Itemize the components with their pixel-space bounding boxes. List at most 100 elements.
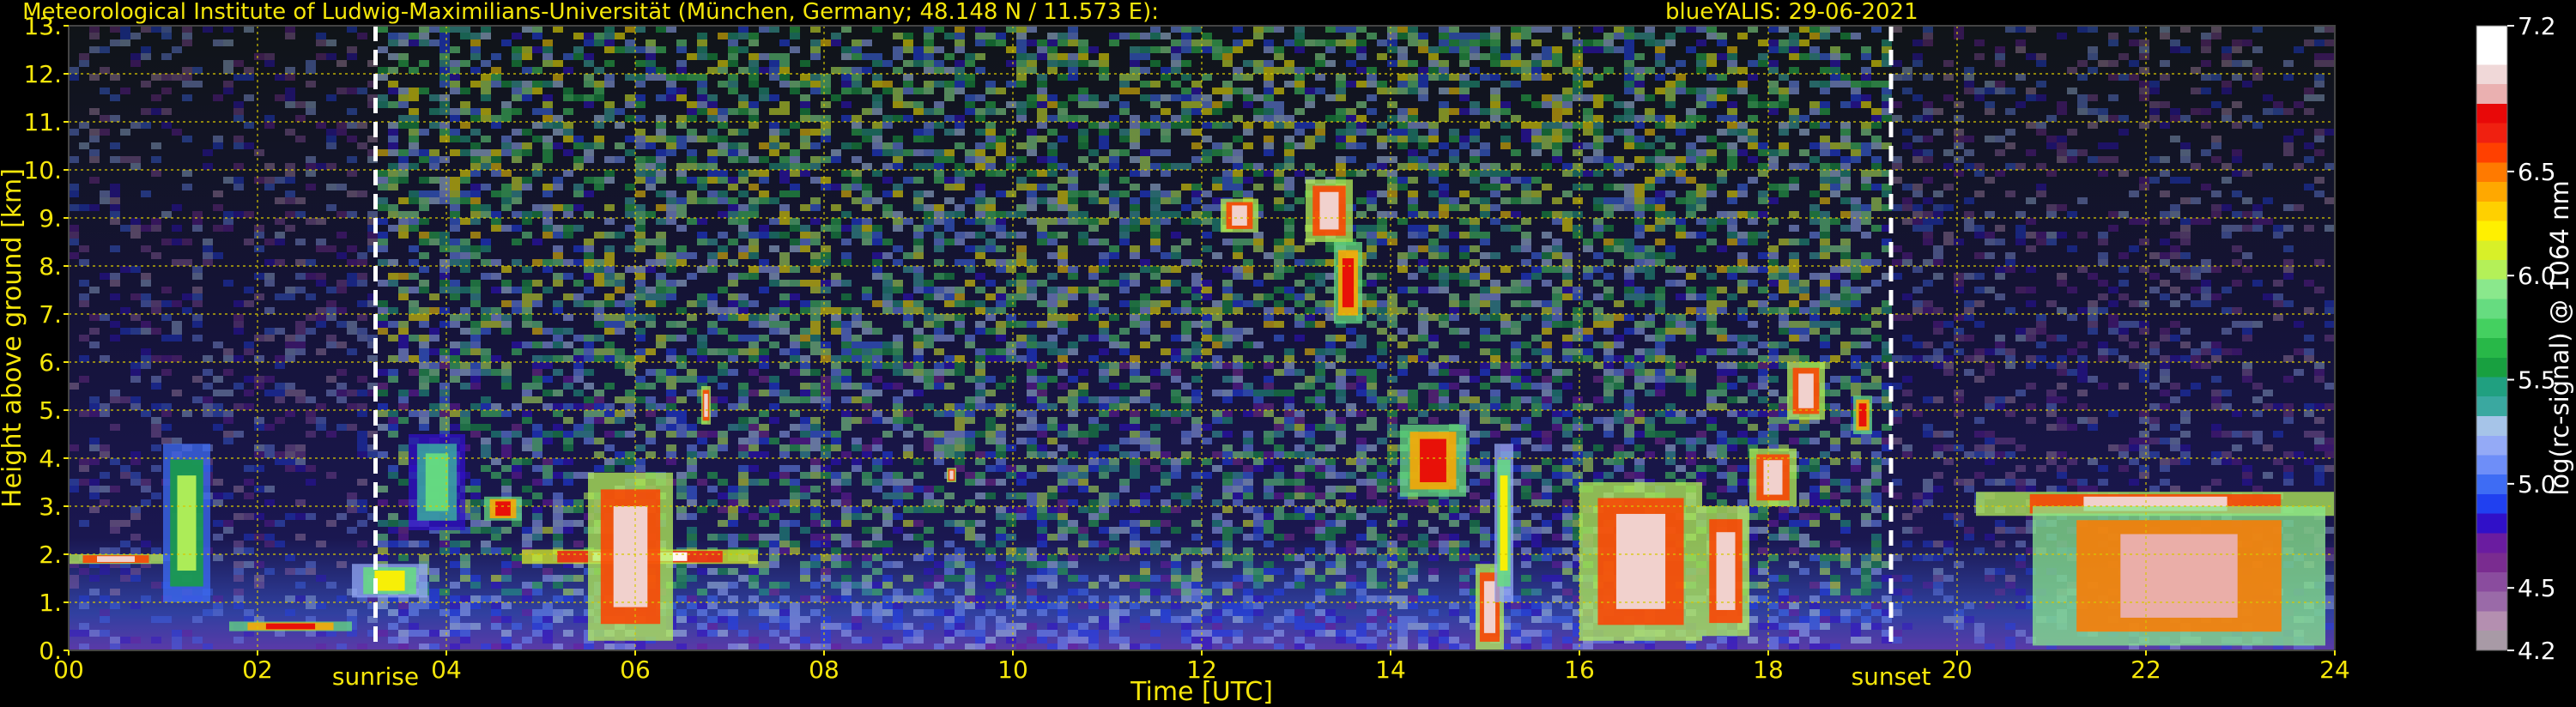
signal-cell (635, 94, 646, 101)
signal-cell (862, 451, 872, 458)
signal-cell (357, 300, 367, 307)
signal-cell (656, 376, 666, 383)
signal-cell (439, 390, 450, 396)
signal-cell (769, 328, 779, 335)
signal-cell (1243, 142, 1253, 149)
signal-cell (718, 81, 728, 88)
signal-cell (481, 163, 491, 170)
signal-cell (532, 589, 542, 595)
signal-cell (759, 451, 769, 458)
signal-cell (1068, 554, 1078, 561)
signal-cell (450, 623, 460, 630)
signal-cell (893, 513, 903, 520)
signal-cell (336, 383, 347, 390)
signal-cell (357, 403, 367, 410)
signal-cell (1191, 293, 1202, 300)
signal-cell (1212, 465, 1222, 472)
signal-cell (1006, 520, 1016, 527)
signal-cell (790, 293, 800, 300)
signal-cell (1305, 88, 1315, 94)
signal-cell (975, 355, 985, 362)
signal-cell (790, 88, 800, 94)
signal-cell (1305, 465, 1315, 472)
signal-cell (1068, 589, 1078, 595)
signal-cell (69, 190, 79, 197)
signal-cell (1037, 630, 1047, 637)
signal-cell (1264, 527, 1274, 534)
signal-cell (810, 287, 821, 293)
signal-cell (759, 438, 769, 444)
signal-cell (1315, 74, 1325, 81)
signal-cell (831, 355, 841, 362)
signal-cell (821, 465, 831, 472)
signal-cell (563, 630, 573, 637)
signal-cell (1047, 252, 1058, 259)
signal-cell (470, 204, 481, 211)
signal-cell (1140, 46, 1150, 53)
signal-cell (419, 33, 429, 39)
signal-cell (223, 67, 233, 74)
signal-cell (1027, 561, 1037, 568)
signal-cell (460, 239, 470, 245)
signal-cell (1274, 513, 1284, 520)
signal-cell (573, 300, 584, 307)
signal-cell (388, 369, 398, 376)
signal-cell (594, 390, 604, 396)
signal-cell (151, 156, 161, 163)
signal-cell (728, 273, 738, 280)
signal-cell (450, 81, 460, 88)
signal-cell (625, 396, 635, 403)
signal-cell (481, 74, 491, 81)
signal-cell (295, 328, 306, 335)
signal-cell (429, 335, 439, 341)
signal-cell (1274, 506, 1284, 513)
signal-cell (357, 33, 367, 39)
signal-cell (615, 348, 625, 355)
signal-cell (1016, 81, 1027, 88)
signal-cell (1109, 534, 1119, 541)
signal-cell (697, 376, 707, 383)
signal-cell (1027, 280, 1037, 287)
signal-cell (110, 211, 120, 218)
signal-cell (584, 33, 594, 39)
signal-cell (841, 280, 852, 287)
signal-cell (831, 458, 841, 465)
signal-cell (1171, 67, 1181, 74)
signal-cell (749, 74, 759, 81)
signal-cell (1274, 259, 1284, 266)
signal-cell (821, 630, 831, 637)
signal-cell (275, 218, 285, 225)
signal-cell (1119, 362, 1130, 369)
signal-cell (1006, 101, 1016, 108)
signal-cell (738, 348, 749, 355)
signal-cell (852, 582, 862, 589)
signal-cell (553, 115, 563, 122)
signal-cell (707, 266, 718, 273)
signal-cell (563, 417, 573, 424)
signal-cell (172, 300, 182, 307)
signal-cell (254, 53, 264, 60)
signal-cell (1171, 115, 1181, 122)
signal-cell (542, 390, 553, 396)
signal-cell (1068, 637, 1078, 644)
signal-cell (419, 348, 429, 355)
signal-cell (687, 149, 697, 156)
signal-cell (1006, 355, 1016, 362)
signal-cell (882, 190, 893, 197)
signal-cell (244, 287, 254, 293)
signal-cell (872, 225, 882, 232)
signal-cell (1212, 355, 1222, 362)
signal-cell (481, 465, 491, 472)
signal-cell (852, 232, 862, 239)
signal-cell (1037, 465, 1047, 472)
signal-cell (1264, 431, 1274, 438)
signal-cell (151, 300, 161, 307)
signal-cell (852, 458, 862, 465)
signal-cell (1058, 520, 1068, 527)
signal-cell (491, 122, 501, 129)
signal-cell (450, 582, 460, 589)
signal-cell (89, 630, 100, 637)
signal-cell (841, 115, 852, 122)
signal-cell (862, 444, 872, 451)
signal-cell (656, 252, 666, 259)
